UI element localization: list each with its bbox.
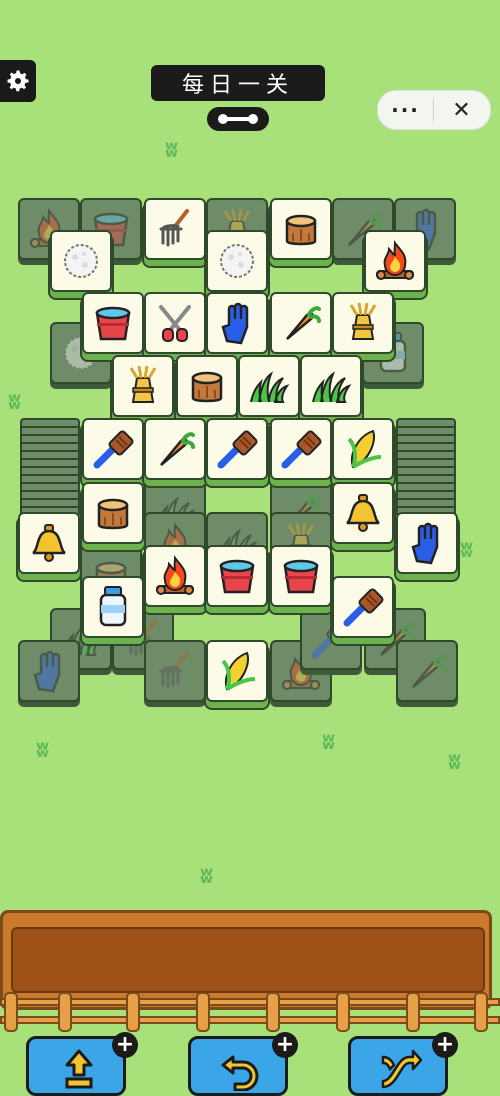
fence-post (58, 992, 72, 1032)
brush-icon (89, 425, 137, 473)
fence-post (196, 992, 210, 1032)
tile-covered (18, 640, 80, 702)
bell-icon (339, 489, 387, 537)
fence-rail (0, 998, 500, 1006)
tile-campfire[interactable] (364, 230, 426, 292)
glove-icon (403, 519, 451, 567)
tile-scissors[interactable] (144, 292, 206, 354)
tile-brush[interactable] (270, 418, 332, 480)
tile-stump[interactable] (176, 355, 238, 417)
tile-glove[interactable] (396, 512, 458, 574)
tile-corn[interactable] (332, 418, 394, 480)
hay-icon (339, 299, 387, 347)
grass-decor: ʬ (36, 738, 49, 763)
fence-post (126, 992, 140, 1032)
glove-icon (213, 299, 261, 347)
bucket-icon (277, 552, 325, 600)
tile-stump[interactable] (270, 198, 332, 260)
grass-icon (245, 362, 293, 410)
tile-brush[interactable] (332, 576, 394, 638)
fence-post (4, 992, 18, 1032)
tile-bucket[interactable] (206, 545, 268, 607)
tile-brush[interactable] (206, 418, 268, 480)
tile-grass[interactable] (238, 355, 300, 417)
campfire-icon (151, 552, 199, 600)
brush-icon (213, 425, 261, 473)
cotton-icon (213, 237, 261, 285)
grass-decor: ʬ (322, 730, 335, 755)
fence-post (336, 992, 350, 1032)
fence-rail (0, 1016, 500, 1024)
tile-stack-right[interactable] (396, 418, 456, 518)
move-out-button[interactable] (26, 1036, 126, 1096)
shuffle-add-badge[interactable]: + (432, 1032, 458, 1058)
carrot-icon (151, 425, 199, 473)
shuffle-icon (381, 1049, 423, 1089)
tile-grass[interactable] (300, 355, 362, 417)
milk-icon (89, 583, 137, 631)
tile-cotton[interactable] (50, 230, 112, 292)
corn-icon (213, 647, 261, 695)
tray-slots (11, 927, 485, 993)
tile-carrot[interactable] (144, 418, 206, 480)
bucket-icon (213, 552, 261, 600)
bucket-icon (89, 299, 137, 347)
brush-icon (339, 583, 387, 631)
move-out-icon (65, 1049, 93, 1089)
tile-bucket[interactable] (270, 545, 332, 607)
rake-icon (151, 205, 199, 253)
tile-glove[interactable] (206, 292, 268, 354)
stump-icon (89, 489, 137, 537)
grass-icon (307, 362, 355, 410)
tile-bell[interactable] (18, 512, 80, 574)
bell-icon (25, 519, 73, 567)
tile-hay[interactable] (332, 292, 394, 354)
stump-icon (277, 205, 325, 253)
tile-brush[interactable] (82, 418, 144, 480)
tile-board (0, 0, 500, 720)
tile-stack-left[interactable] (20, 418, 80, 518)
move-out-add-badge[interactable]: + (112, 1032, 138, 1058)
fence-post (406, 992, 420, 1032)
tile-rake[interactable] (144, 198, 206, 260)
tile-covered (396, 640, 458, 702)
tile-bell[interactable] (332, 482, 394, 544)
tile-stump[interactable] (82, 482, 144, 544)
fence-post (474, 992, 488, 1032)
scissors-icon (151, 299, 199, 347)
campfire-icon (371, 237, 419, 285)
cotton-icon (57, 237, 105, 285)
carrot-icon (403, 647, 451, 695)
grass-decor: ʬ (200, 864, 213, 889)
corn-icon (339, 425, 387, 473)
rake-icon (151, 647, 199, 695)
tile-campfire[interactable] (144, 545, 206, 607)
brush-icon (277, 425, 325, 473)
tile-carrot[interactable] (270, 292, 332, 354)
fence-post (266, 992, 280, 1032)
carrot-icon (277, 299, 325, 347)
stump-icon (183, 362, 231, 410)
tile-bucket[interactable] (82, 292, 144, 354)
undo-icon (221, 1055, 259, 1091)
tile-cotton[interactable] (206, 230, 268, 292)
undo-add-badge[interactable]: + (272, 1032, 298, 1058)
grass-decor: ʬ (448, 750, 461, 775)
tile-corn[interactable] (206, 640, 268, 702)
tile-milk[interactable] (82, 576, 144, 638)
glove-icon (25, 647, 73, 695)
tile-covered (144, 640, 206, 702)
hay-icon (119, 362, 167, 410)
tile-hay[interactable] (112, 355, 174, 417)
